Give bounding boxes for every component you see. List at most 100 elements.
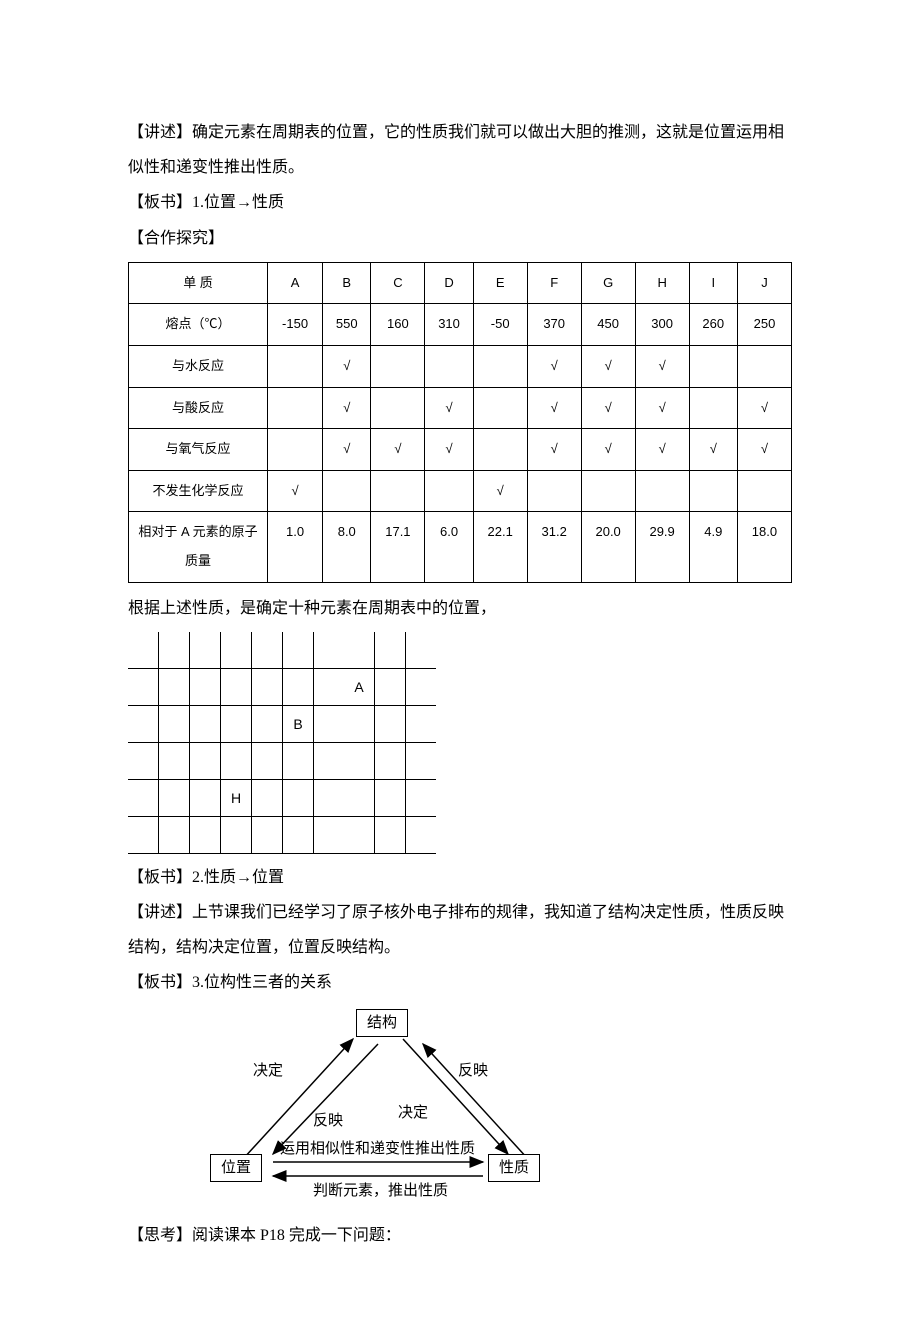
table-cell [425,470,473,512]
table-cell: 8.0 [323,512,371,582]
paragraph-think: 【思考】阅读课本 P18 完成一下问题： [128,1218,792,1253]
table-cell: √ [323,345,371,387]
col-header: C [371,262,425,304]
row-label: 不发生化学反应 [129,470,268,512]
table-cell: √ [323,387,371,429]
table-cell: 4.9 [689,512,737,582]
row-label: 相对于 A 元素的原子质量 [129,512,268,582]
table-cell: √ [425,429,473,471]
table-cell: √ [635,429,689,471]
table-cell: √ [581,429,635,471]
table-cell [737,470,791,512]
col-header: F [527,262,581,304]
diagram-label: 决定 [398,1104,428,1122]
table-cell: 370 [527,304,581,346]
table-cell [581,470,635,512]
table-cell: 260 [689,304,737,346]
diagram-label: 运用相似性和递变性推出性质 [280,1140,475,1158]
table-cell: 20.0 [581,512,635,582]
table-cell: √ [581,345,635,387]
table-cell: 160 [371,304,425,346]
table-cell: 29.9 [635,512,689,582]
heading-2: 【板书】2.性质→位置 [128,860,792,895]
table-row: 与水反应 √ √ √ √ [129,345,792,387]
table-cell: √ [635,345,689,387]
table-cell: √ [527,387,581,429]
table-cell: √ [323,429,371,471]
table-cell [527,470,581,512]
pt-cell-A: A [344,668,375,705]
diagram-box-property: 性质 [488,1154,540,1182]
paragraph-intro: 【讲述】确定元素在周期表的位置，它的性质我们就可以做出大胆的推测，这就是位置运用… [128,115,792,185]
diagram-label: 反映 [313,1112,343,1130]
table-cell: √ [527,345,581,387]
table-cell: √ [425,387,473,429]
table-row: 相对于 A 元素的原子质量 1.0 8.0 17.1 6.0 22.1 31.2… [129,512,792,582]
table-cell [689,345,737,387]
row-label: 熔点（℃） [129,304,268,346]
relationship-diagram: 结构 位置 性质 决定 反映 反映 决定 运用相似性和递变性推出性质 判断元素，… [158,1004,588,1214]
diagram-label: 决定 [253,1062,283,1080]
diagram-label: 反映 [458,1062,488,1080]
table-cell [425,345,473,387]
pt-cell-H: H [221,779,252,816]
heading-1: 【板书】1.位置→性质 [128,185,792,220]
col-header: I [689,262,737,304]
col-header: A [268,262,323,304]
row-label: 与氧气反应 [129,429,268,471]
table-cell [473,387,527,429]
table-cell: √ [689,429,737,471]
pt-cell-B: B [283,705,314,742]
table-cell [371,345,425,387]
table-cell: √ [473,470,527,512]
table-cell: 300 [635,304,689,346]
col-header: H [635,262,689,304]
col-header: G [581,262,635,304]
table-cell: √ [268,470,323,512]
table-cell [268,387,323,429]
table-cell [371,470,425,512]
col-header: 单 质 [129,262,268,304]
table-cell [737,345,791,387]
table-cell [689,470,737,512]
table-cell: √ [581,387,635,429]
col-header: D [425,262,473,304]
table-cell [323,470,371,512]
table-row: 与氧气反应 √ √ √ √ √ √ √ √ [129,429,792,471]
properties-table: 单 质 A B C D E F G H I J 熔点（℃） -150 550 1… [128,262,792,583]
table-cell: 310 [425,304,473,346]
diagram-label: 判断元素，推出性质 [313,1182,448,1200]
paragraph-instruction: 根据上述性质，是确定十种元素在周期表中的位置， [128,591,792,626]
table-cell [473,345,527,387]
table-cell [268,429,323,471]
table-cell: -50 [473,304,527,346]
heading-coop: 【合作探究】 [128,221,792,256]
table-cell: -150 [268,304,323,346]
table-cell: 22.1 [473,512,527,582]
table-cell: 17.1 [371,512,425,582]
table-cell: 18.0 [737,512,791,582]
periodic-grid: A B H [128,632,436,854]
table-cell: √ [635,387,689,429]
table-cell: 250 [737,304,791,346]
table-cell: √ [737,387,791,429]
table-row: 与酸反应 √ √ √ √ √ √ [129,387,792,429]
diagram-box-position: 位置 [210,1154,262,1182]
paragraph-explain: 【讲述】上节课我们已经学习了原子核外电子排布的规律，我知道了结构决定性质，性质反… [128,895,792,965]
col-header: B [323,262,371,304]
table-cell [268,345,323,387]
table-cell: 1.0 [268,512,323,582]
table-cell [473,429,527,471]
table-cell [689,387,737,429]
table-cell: √ [527,429,581,471]
table-row: 不发生化学反应 √ √ [129,470,792,512]
col-header: J [737,262,791,304]
table-cell [371,387,425,429]
table-cell: 450 [581,304,635,346]
table-cell: √ [737,429,791,471]
table-cell: 6.0 [425,512,473,582]
heading-3: 【板书】3.位构性三者的关系 [128,965,792,1000]
table-header-row: 单 质 A B C D E F G H I J [129,262,792,304]
table-cell: 31.2 [527,512,581,582]
table-cell [635,470,689,512]
